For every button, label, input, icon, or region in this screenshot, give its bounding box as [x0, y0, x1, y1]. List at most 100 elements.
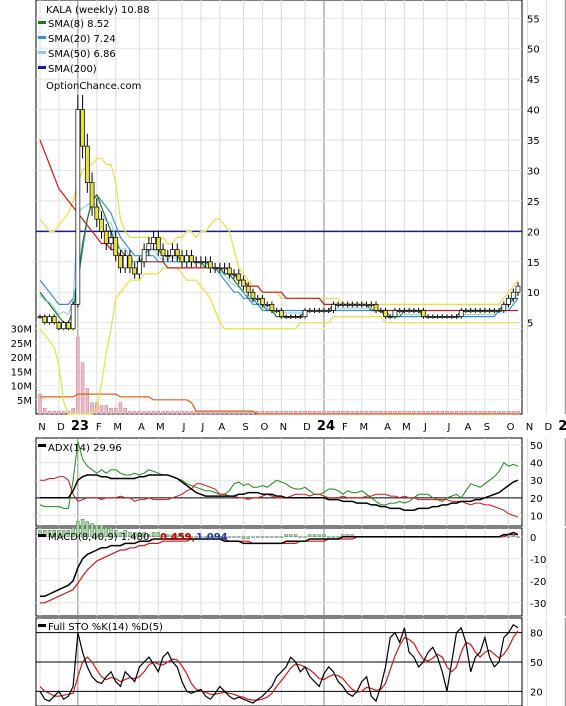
x-tick-label: J — [447, 422, 451, 433]
candle-body — [364, 304, 369, 306]
candle-body — [411, 310, 417, 312]
candle-body — [515, 285, 521, 293]
volume-bar — [71, 408, 75, 415]
macd-histogram-bar — [265, 536, 269, 538]
candle-body — [84, 145, 90, 183]
adx-y-tick: 10 — [530, 511, 543, 522]
x-tick-label: N — [38, 422, 45, 433]
candle-body — [260, 297, 265, 305]
macd-histogram-bar — [246, 536, 250, 540]
candle-body — [491, 310, 497, 312]
macd-histogram-bar — [237, 536, 241, 538]
x-tick-label: S — [242, 422, 248, 433]
candle-body — [482, 310, 488, 312]
candle-body — [231, 273, 237, 276]
x-tick-label: D — [545, 422, 553, 433]
volume-bar — [42, 408, 47, 415]
macd-y-tick: 0 — [530, 533, 536, 544]
x-tick-label: N — [280, 422, 287, 433]
candle-body — [359, 304, 365, 306]
candle-body — [75, 109, 81, 305]
volume-y-tick: 5M — [17, 396, 32, 407]
volume-bar — [80, 362, 85, 415]
candle-body — [473, 310, 478, 312]
candle-body — [283, 316, 289, 318]
candle-body — [198, 261, 204, 264]
candle-body — [439, 316, 445, 318]
macd-histogram-bar — [232, 536, 236, 538]
candle-body — [463, 310, 469, 312]
candle-body — [170, 249, 175, 257]
candle-body — [316, 310, 322, 312]
x-tick-label: D — [303, 422, 311, 433]
candle-body — [66, 322, 71, 330]
adx-y-tick: 40 — [530, 459, 543, 470]
candle-body — [378, 310, 384, 312]
macd-histogram-bar — [260, 536, 265, 538]
volume-bar — [189, 410, 194, 415]
price-y-tick: 30 — [527, 166, 540, 177]
price-y-tick: 25 — [527, 197, 540, 208]
candle-body — [250, 291, 256, 299]
candle-body — [510, 291, 516, 299]
candle-body — [42, 316, 48, 324]
volume-y-tick: 30M — [11, 325, 32, 336]
candle-body — [137, 261, 142, 275]
volume-y-tick: 15M — [11, 367, 32, 378]
volume-y-tick: 25M — [11, 339, 32, 350]
volume-bar — [137, 410, 142, 415]
volume-bar — [47, 410, 52, 415]
macd-histogram-bar — [241, 536, 246, 540]
volume-bar — [184, 410, 189, 415]
macd-histogram-bar — [256, 536, 260, 538]
volume-bar — [132, 410, 137, 415]
candle-body — [444, 316, 450, 318]
candle-body — [345, 304, 350, 306]
candle-body — [89, 182, 95, 208]
macd-histogram-bar — [506, 536, 511, 538]
price-y-tick: 45 — [527, 75, 540, 86]
legend-swatch-sma200 — [38, 66, 46, 69]
volume-bar — [156, 410, 161, 415]
x-tick-label: 25 — [558, 419, 566, 434]
candle-body — [193, 261, 199, 264]
watermark: OptionChance.com — [46, 81, 141, 92]
candle-body — [302, 310, 308, 317]
candle-body — [165, 255, 171, 258]
candle-body — [113, 237, 119, 257]
x-tick-label: 23 — [71, 419, 89, 434]
candle-body — [245, 285, 251, 293]
candle-body — [435, 316, 440, 318]
chart-title: KALA (weekly) 10.88 — [46, 5, 150, 16]
x-tick-label: O — [507, 422, 515, 433]
sto-y-tick: 20 — [530, 687, 543, 698]
x-tick-label: O — [260, 422, 268, 433]
x-tick-label: D — [57, 422, 65, 433]
candle-body — [184, 255, 190, 263]
candle-body — [56, 322, 62, 330]
price-y-tick: 35 — [527, 136, 540, 147]
candle-body — [487, 310, 492, 312]
candle-body — [331, 304, 336, 311]
candle-body — [212, 267, 218, 270]
macd-y-tick: -30 — [530, 599, 546, 610]
x-tick-label: M — [402, 422, 411, 433]
volume-bar — [118, 402, 123, 415]
price-y-tick: 40 — [527, 106, 540, 117]
x-tick-label: J — [182, 422, 186, 433]
macd-histogram-bar — [298, 536, 302, 538]
candle-body — [387, 316, 393, 318]
legend-sma8: SMA(8) 8.52 — [48, 19, 109, 30]
adx-y-tick: 20 — [530, 494, 543, 505]
macd-histogram-bar — [251, 536, 255, 538]
x-tick-label: A — [218, 422, 225, 433]
macd-histogram-bar — [293, 534, 298, 537]
adx-y-tick: 30 — [530, 476, 543, 487]
candle-body — [99, 218, 104, 232]
volume-bar — [99, 405, 104, 415]
candle-body — [506, 297, 511, 305]
candle-body — [226, 267, 232, 275]
macd-histogram-bar — [270, 536, 274, 538]
candle-body — [326, 310, 332, 312]
x-tick-label: F — [96, 422, 102, 433]
